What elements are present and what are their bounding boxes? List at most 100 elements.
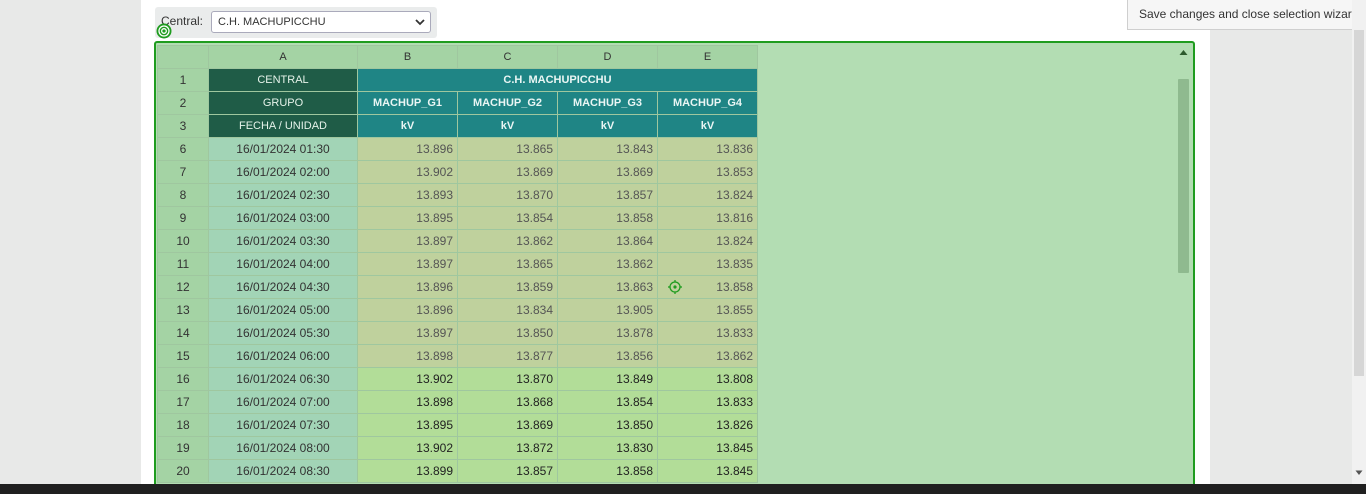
date-cell[interactable]: 16/01/2024 06:00 [208, 344, 358, 368]
value-cell[interactable]: 13.872 [457, 436, 558, 460]
value-cell[interactable]: 13.843 [557, 137, 658, 161]
date-cell[interactable]: 16/01/2024 03:30 [208, 229, 358, 253]
date-cell[interactable]: 16/01/2024 04:00 [208, 252, 358, 276]
value-cell[interactable]: 13.857 [457, 459, 558, 483]
value-cell[interactable]: 13.862 [657, 344, 758, 368]
value-cell[interactable]: 13.845 [657, 459, 758, 483]
header-unit-g4[interactable]: kV [657, 114, 758, 138]
header-grupo-g3[interactable]: MACHUP_G3 [557, 91, 658, 115]
value-cell[interactable]: 13.845 [657, 436, 758, 460]
value-cell[interactable]: 13.854 [457, 206, 558, 230]
value-cell[interactable]: 13.833 [657, 390, 758, 414]
header-unit-g3[interactable]: kV [557, 114, 658, 138]
date-cell[interactable]: 16/01/2024 08:00 [208, 436, 358, 460]
value-cell[interactable]: 13.896 [357, 137, 458, 161]
value-cell[interactable]: 13.878 [557, 321, 658, 345]
value-cell[interactable]: 13.859 [457, 275, 558, 299]
date-cell[interactable]: 16/01/2024 04:30 [208, 275, 358, 299]
row-number[interactable]: 10 [157, 229, 209, 253]
value-cell[interactable]: 13.857 [557, 183, 658, 207]
target-icon[interactable] [156, 23, 172, 39]
column-header-d[interactable]: D [557, 45, 658, 69]
crosshair-icon[interactable] [668, 280, 682, 294]
date-cell[interactable]: 16/01/2024 03:00 [208, 206, 358, 230]
row-number[interactable]: 2 [157, 91, 209, 115]
corner-cell[interactable] [157, 45, 209, 69]
value-cell[interactable]: 13.836 [657, 137, 758, 161]
value-cell[interactable]: 13.858 [557, 206, 658, 230]
value-cell[interactable]: 13.850 [457, 321, 558, 345]
value-cell[interactable]: 13.865 [457, 252, 558, 276]
row-number[interactable]: 3 [157, 114, 209, 138]
header-grupo-g2[interactable]: MACHUP_G2 [457, 91, 558, 115]
value-cell[interactable]: 13.824 [657, 229, 758, 253]
header-label-fecha-unidad[interactable]: FECHA / UNIDAD [208, 114, 358, 138]
header-label-grupo[interactable]: GRUPO [208, 91, 358, 115]
column-header-b[interactable]: B [357, 45, 458, 69]
value-cell[interactable]: 13.824 [657, 183, 758, 207]
value-cell[interactable]: 13.865 [457, 137, 558, 161]
row-number[interactable]: 6 [157, 137, 209, 161]
date-cell[interactable]: 16/01/2024 08:30 [208, 459, 358, 483]
value-cell[interactable]: 13.905 [557, 298, 658, 322]
value-cell[interactable]: 13.870 [457, 367, 558, 391]
date-cell[interactable]: 16/01/2024 01:30 [208, 137, 358, 161]
value-cell[interactable]: 13.856 [557, 344, 658, 368]
row-number[interactable]: 20 [157, 459, 209, 483]
scroll-up-arrow-icon[interactable] [1179, 49, 1188, 56]
grid-scrollbar-thumb[interactable] [1178, 79, 1189, 273]
date-cell[interactable]: 16/01/2024 07:30 [208, 413, 358, 437]
value-cell[interactable]: 13.895 [357, 413, 458, 437]
value-cell[interactable]: 13.858 [557, 459, 658, 483]
value-cell[interactable]: 13.854 [557, 390, 658, 414]
page-scrollbar-thumb[interactable] [1354, 30, 1364, 376]
row-number[interactable]: 11 [157, 252, 209, 276]
value-cell[interactable]: 13.897 [357, 321, 458, 345]
value-cell[interactable]: 13.869 [557, 160, 658, 184]
page-scroll-down-arrow-icon[interactable] [1355, 470, 1363, 476]
date-cell[interactable]: 16/01/2024 07:00 [208, 390, 358, 414]
value-cell[interactable]: 13.816 [657, 206, 758, 230]
value-cell[interactable]: 13.869 [457, 160, 558, 184]
header-unit-g2[interactable]: kV [457, 114, 558, 138]
header-unit-g1[interactable]: kV [357, 114, 458, 138]
value-cell[interactable]: 13.862 [557, 252, 658, 276]
value-cell[interactable]: 13.833 [657, 321, 758, 345]
row-number[interactable]: 16 [157, 367, 209, 391]
value-cell[interactable]: 13.835 [657, 252, 758, 276]
row-number[interactable]: 17 [157, 390, 209, 414]
row-number[interactable]: 13 [157, 298, 209, 322]
value-cell[interactable]: 13.834 [457, 298, 558, 322]
value-cell[interactable]: 13.877 [457, 344, 558, 368]
value-cell[interactable]: 13.850 [557, 413, 658, 437]
value-cell[interactable]: 13.898 [357, 344, 458, 368]
value-cell[interactable]: 13.862 [457, 229, 558, 253]
column-header-c[interactable]: C [457, 45, 558, 69]
value-cell[interactable]: 13.870 [457, 183, 558, 207]
date-cell[interactable]: 16/01/2024 05:00 [208, 298, 358, 322]
value-cell[interactable]: 13.864 [557, 229, 658, 253]
value-cell[interactable]: 13.899 [357, 459, 458, 483]
value-cell[interactable]: 13.863 [557, 275, 658, 299]
value-cell[interactable]: 13.902 [357, 160, 458, 184]
row-number[interactable]: 12 [157, 275, 209, 299]
value-cell[interactable]: 13.896 [357, 298, 458, 322]
value-cell[interactable]: 13.869 [457, 413, 558, 437]
value-cell[interactable]: 13.898 [357, 390, 458, 414]
value-cell[interactable]: 13.895 [357, 206, 458, 230]
date-cell[interactable]: 16/01/2024 02:00 [208, 160, 358, 184]
value-cell[interactable]: 13.902 [357, 436, 458, 460]
row-number[interactable]: 8 [157, 183, 209, 207]
date-cell[interactable]: 16/01/2024 06:30 [208, 367, 358, 391]
value-cell[interactable]: 13.893 [357, 183, 458, 207]
row-number[interactable]: 7 [157, 160, 209, 184]
header-central-name[interactable]: C.H. MACHUPICCHU [357, 68, 758, 92]
row-number[interactable]: 9 [157, 206, 209, 230]
value-cell[interactable]: 13.849 [557, 367, 658, 391]
column-header-e[interactable]: E [657, 45, 758, 69]
date-cell[interactable]: 16/01/2024 02:30 [208, 183, 358, 207]
value-cell[interactable]: 13.830 [557, 436, 658, 460]
value-cell[interactable]: 13.855 [657, 298, 758, 322]
row-number[interactable]: 18 [157, 413, 209, 437]
central-select[interactable]: C.H. MACHUPICCHU [211, 11, 431, 33]
